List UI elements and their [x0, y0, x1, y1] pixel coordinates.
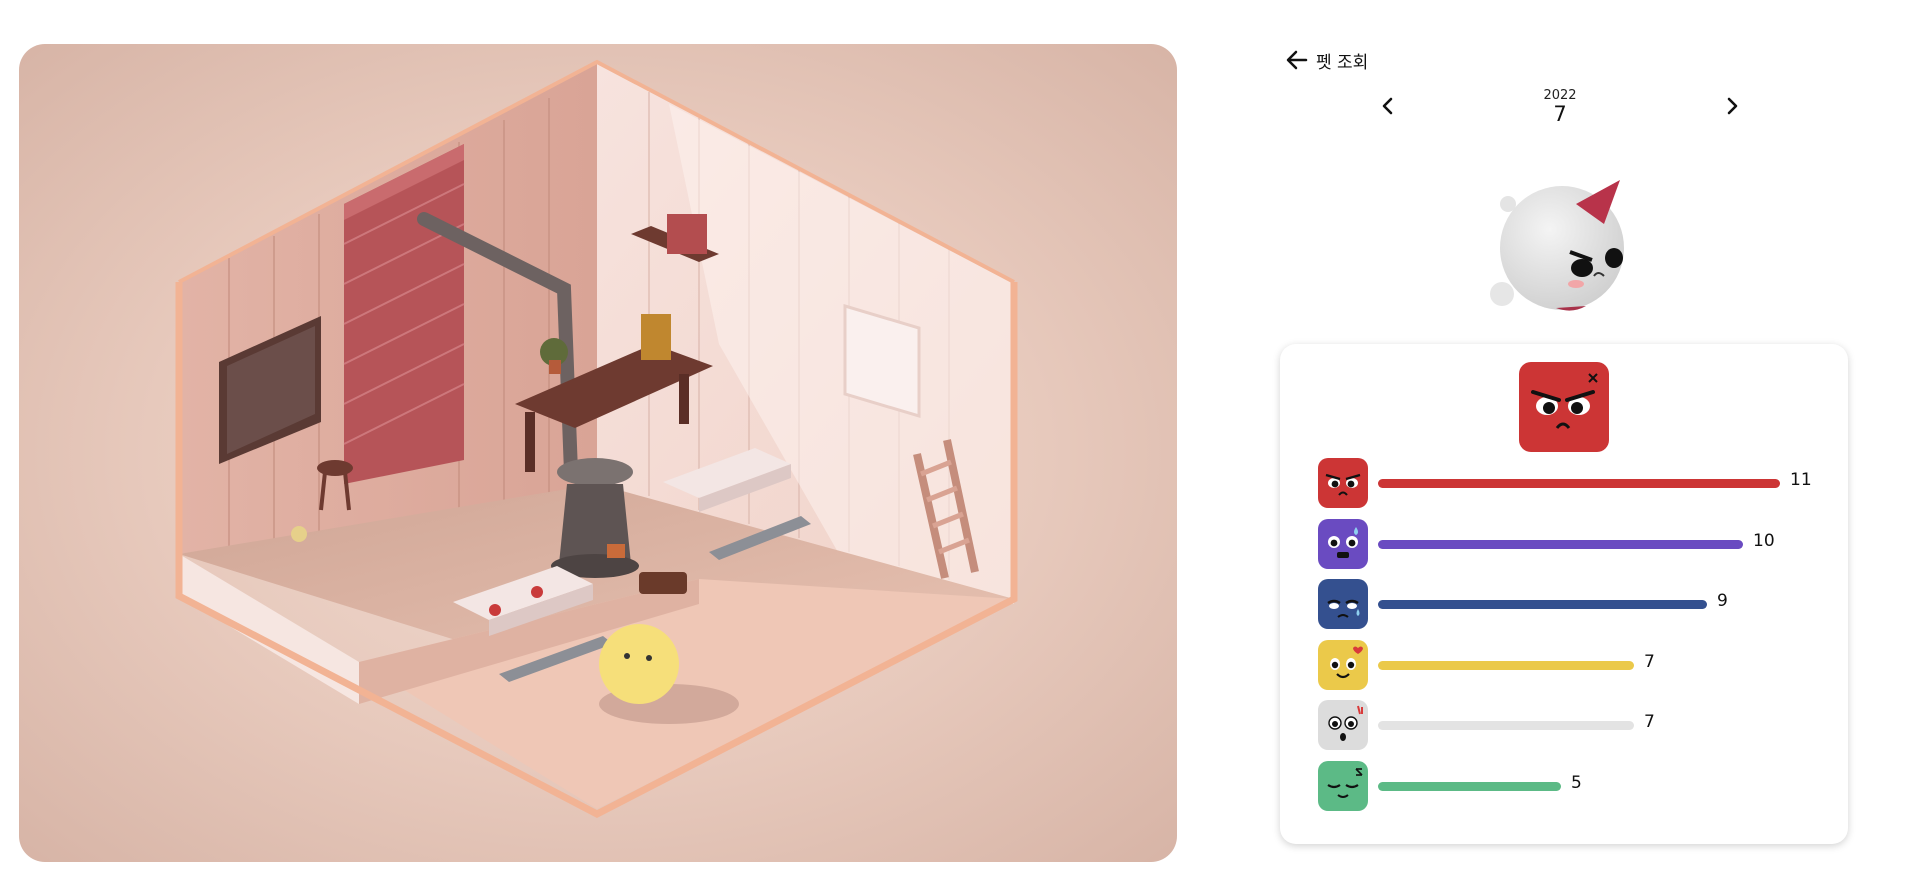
emotion-bar-sadness — [1378, 600, 1707, 609]
emotion-stats-card: 11 10 9 7 7 5 — [1280, 344, 1848, 844]
emotion-bar-joy — [1378, 660, 1634, 670]
emotion-row-joy: 7 — [1318, 639, 1818, 690]
emotion-row-sadness: 9 — [1318, 579, 1818, 629]
emotion-row-calm: 5 — [1318, 760, 1818, 811]
emotion-row-anger: 11 — [1318, 458, 1818, 508]
happy-face-icon — [1318, 639, 1368, 690]
emotion-row-fear: 10 — [1318, 518, 1818, 569]
angry-face-icon — [1531, 373, 1598, 429]
chevron-left-icon[interactable] — [1376, 94, 1400, 118]
pet-room-scene — [19, 44, 1177, 862]
emotion-bar-surprise — [1378, 721, 1634, 730]
isometric-room-illustration — [175, 59, 1018, 818]
back-label: 펫 조회 — [1316, 52, 1369, 73]
month-navigator: 2022 7 — [1370, 84, 1750, 132]
emotion-bar-fear — [1378, 539, 1743, 549]
current-year: 2022 — [1543, 88, 1577, 103]
emotion-row-surprise: 7 — [1318, 700, 1818, 750]
emotion-count-surprise: 7 — [1644, 712, 1655, 732]
calm-face-icon — [1318, 760, 1368, 811]
current-date: 2022 7 — [1510, 88, 1610, 125]
surprised-face-icon — [1318, 700, 1368, 750]
emotion-count-anger: 11 — [1790, 470, 1812, 490]
emotion-bar-anger — [1378, 479, 1780, 488]
emotion-bar-calm — [1378, 781, 1561, 791]
emotion-count-fear: 10 — [1753, 530, 1775, 551]
emotion-count-joy: 7 — [1644, 651, 1655, 672]
pet-character — [1490, 180, 1624, 311]
sad-face-icon — [1318, 579, 1368, 629]
emotion-count-calm: 5 — [1571, 772, 1582, 793]
emotion-count-list: 11 10 9 7 7 5 — [1318, 458, 1818, 821]
angry-face-icon — [1318, 458, 1368, 508]
current-month: 7 — [1553, 102, 1567, 126]
dominant-emotion-face — [1519, 362, 1609, 452]
arrow-left-icon — [1286, 50, 1308, 70]
emotion-count-sadness: 9 — [1717, 591, 1728, 611]
back-button[interactable]: 펫 조회 — [1284, 46, 1368, 74]
chevron-right-icon[interactable] — [1720, 94, 1744, 118]
scared-face-icon — [1318, 518, 1368, 569]
